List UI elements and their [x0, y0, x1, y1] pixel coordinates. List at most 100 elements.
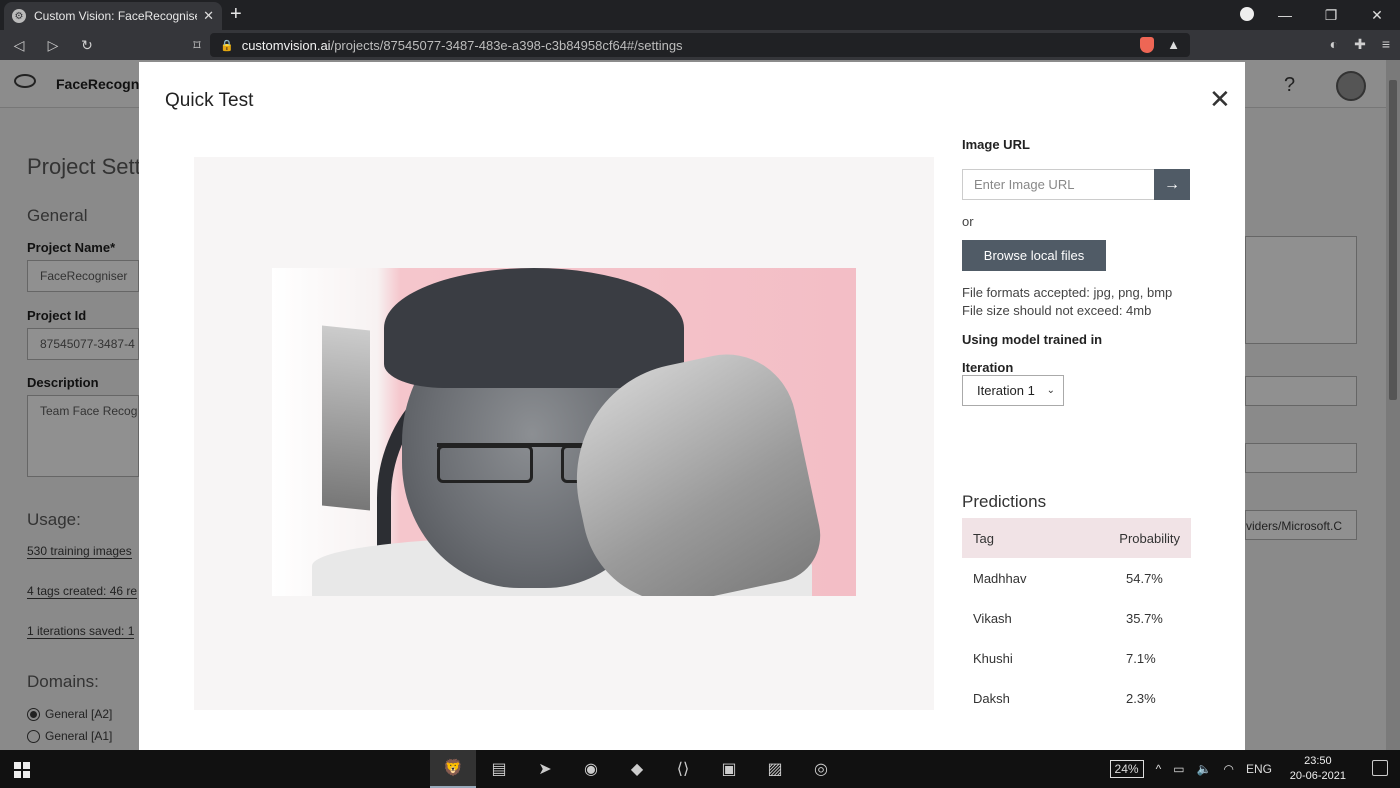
- reload-icon[interactable]: ↻: [72, 37, 102, 54]
- domain-a1-label: General [A1]: [45, 729, 113, 743]
- avatar[interactable]: [1336, 71, 1366, 101]
- menu-icon[interactable]: ≡: [1382, 36, 1390, 53]
- right-field-3-text: viders/Microsoft.C: [1246, 519, 1343, 533]
- battery-icon[interactable]: ▭: [1173, 762, 1184, 776]
- address-bar[interactable]: 🔒 customvision.ai /projects/87545077-348…: [210, 33, 1190, 57]
- brave-rewards-icon[interactable]: ▲: [1167, 37, 1180, 52]
- prediction-tag: Khushi: [973, 650, 1013, 666]
- description-label: Description: [27, 375, 99, 390]
- right-field-1[interactable]: [1245, 376, 1357, 406]
- browser-toolbar: ◁ ▷ ↻ ⌑ 🔒 customvision.ai /projects/8754…: [0, 30, 1400, 60]
- prediction-probability: 2.3%: [1126, 690, 1156, 706]
- browser-tab-bar: ⚙ Custom Vision: FaceRecogniser - C ✕ + …: [0, 0, 1400, 30]
- tag-column-header: Tag: [973, 530, 994, 546]
- table-row: Madhhav 54.7%: [962, 558, 1191, 598]
- submit-url-button[interactable]: →: [1154, 169, 1190, 200]
- eye-logo-icon: [14, 74, 36, 88]
- page-title: Project Setti: [27, 154, 146, 179]
- download-icon[interactable]: [1232, 6, 1262, 24]
- notes-icon[interactable]: ▨: [752, 750, 798, 788]
- probability-column-header: Probability: [1119, 530, 1180, 546]
- usage-images-link[interactable]: 530 training images: [27, 544, 132, 559]
- extension-icon[interactable]: ◐: [1330, 36, 1338, 53]
- table-row: Daksh 2.3%: [962, 678, 1191, 718]
- right-field-2[interactable]: [1245, 443, 1357, 473]
- table-row: Vikash 35.7%: [962, 598, 1191, 638]
- new-tab-icon[interactable]: +: [230, 3, 242, 26]
- general-heading: General: [27, 206, 88, 225]
- chevron-down-icon: ⌄: [1046, 385, 1055, 396]
- prediction-tag: Vikash: [973, 610, 1012, 626]
- page-scrollbar[interactable]: [1386, 60, 1400, 750]
- prediction-probability: 35.7%: [1126, 610, 1163, 626]
- description-field[interactable]: Team Face Recog: [27, 395, 139, 477]
- whatsapp-icon[interactable]: ◉: [568, 750, 614, 788]
- clock-date: 20-06-2021: [1289, 770, 1346, 782]
- url-path: /projects/87545077-3487-483e-a398-c3b849…: [330, 37, 683, 53]
- maximize-icon[interactable]: ❐: [1308, 7, 1354, 24]
- prediction-tag: Madhhav: [973, 570, 1027, 586]
- image-url-label: Image URL: [962, 137, 1030, 152]
- right-field-3[interactable]: viders/Microsoft.C: [1245, 510, 1357, 540]
- right-info-panel: [1245, 236, 1357, 344]
- forward-icon[interactable]: ▷: [38, 37, 68, 54]
- project-id-field[interactable]: 87545077-3487-4: [27, 328, 139, 360]
- help-icon[interactable]: ?: [1284, 74, 1295, 97]
- window-close-icon[interactable]: ✕: [1354, 7, 1400, 24]
- iteration-select[interactable]: Iteration 1 ⌄: [962, 375, 1064, 406]
- clock-time: 23:50: [1304, 755, 1332, 767]
- file-explorer-icon[interactable]: ▤: [476, 750, 522, 788]
- browser-tab[interactable]: ⚙ Custom Vision: FaceRecogniser - C ✕: [4, 2, 222, 30]
- iteration-label: Iteration: [962, 360, 1014, 375]
- or-text: or: [962, 214, 974, 229]
- usage-heading: Usage:: [27, 510, 81, 529]
- git-icon[interactable]: ◆: [614, 750, 660, 788]
- brave-shields-icon[interactable]: [1140, 37, 1154, 53]
- domain-radio-a1[interactable]: General [A1]: [27, 729, 112, 743]
- domain-a2-label: General [A2]: [45, 707, 113, 721]
- usage-iterations-link[interactable]: 1 iterations saved: 1: [27, 624, 135, 639]
- remote-desktop-icon[interactable]: ▣: [706, 750, 752, 788]
- browser-actions: ◐ ✚ ≡: [1330, 36, 1390, 53]
- usage-tags-link[interactable]: 4 tags created: 46 re: [27, 584, 138, 599]
- windows-start-icon[interactable]: [14, 762, 30, 778]
- taskbar: 🦁 ▤ ➤ ◉ ◆ ⟨⟩ ▣ ▨ ◎ 24% ^ ▭ 🔈 ◠ ENG 23:50…: [0, 750, 1400, 788]
- clock[interactable]: 23:50 20-06-2021: [1290, 754, 1346, 784]
- image-url-input[interactable]: [962, 169, 1155, 200]
- project-name-field[interactable]: FaceRecogniser: [27, 260, 139, 292]
- file-size-text: File size should not exceed: 4mb: [962, 303, 1152, 318]
- extensions-puzzle-icon[interactable]: ✚: [1354, 36, 1366, 53]
- browse-local-files-button[interactable]: Browse local files: [962, 240, 1106, 271]
- battery-indicator[interactable]: 24%: [1109, 760, 1144, 778]
- domains-heading: Domains:: [27, 672, 99, 691]
- notification-icon[interactable]: [1372, 760, 1388, 776]
- iteration-selected-value: Iteration 1: [977, 383, 1035, 398]
- project-name-label: Project Name*: [27, 240, 116, 255]
- minimize-icon[interactable]: —: [1262, 7, 1308, 23]
- lock-icon: 🔒: [220, 39, 234, 52]
- quick-test-modal: Quick Test ✕ Image URL → or Browse local…: [139, 62, 1245, 750]
- file-formats-text: File formats accepted: jpg, png, bmp: [962, 285, 1173, 300]
- wifi-icon[interactable]: ◠: [1224, 762, 1234, 776]
- brave-browser-icon[interactable]: 🦁: [430, 750, 476, 788]
- window-controls: — ❐ ✕: [1232, 0, 1400, 30]
- domain-radio-a2[interactable]: General [A2]: [27, 707, 112, 721]
- prediction-probability: 7.1%: [1126, 650, 1156, 666]
- bookmark-icon[interactable]: ⌑: [182, 37, 212, 54]
- back-icon[interactable]: ◁: [4, 37, 34, 54]
- tab-close-icon[interactable]: ✕: [203, 8, 214, 24]
- telegram-icon[interactable]: ➤: [522, 750, 568, 788]
- volume-icon[interactable]: 🔈: [1197, 762, 1212, 776]
- url-domain: customvision.ai: [241, 37, 331, 53]
- custom-vision-favicon-icon: ⚙: [12, 9, 26, 23]
- language-indicator[interactable]: ENG: [1246, 762, 1272, 776]
- chrome-icon[interactable]: ◎: [798, 750, 844, 788]
- arrow-right-icon: →: [1164, 175, 1180, 193]
- predictions-table-header: Tag Probability: [962, 518, 1191, 558]
- vscode-icon[interactable]: ⟨⟩: [660, 750, 706, 788]
- image-preview-area: [194, 157, 934, 710]
- tray-chevron-icon[interactable]: ^: [1156, 762, 1162, 776]
- model-label: Using model trained in: [962, 332, 1103, 347]
- predictions-table: Tag Probability Madhhav 54.7% Vikash 35.…: [962, 518, 1191, 718]
- taskbar-apps: 🦁 ▤ ➤ ◉ ◆ ⟨⟩ ▣ ▨ ◎: [430, 750, 844, 788]
